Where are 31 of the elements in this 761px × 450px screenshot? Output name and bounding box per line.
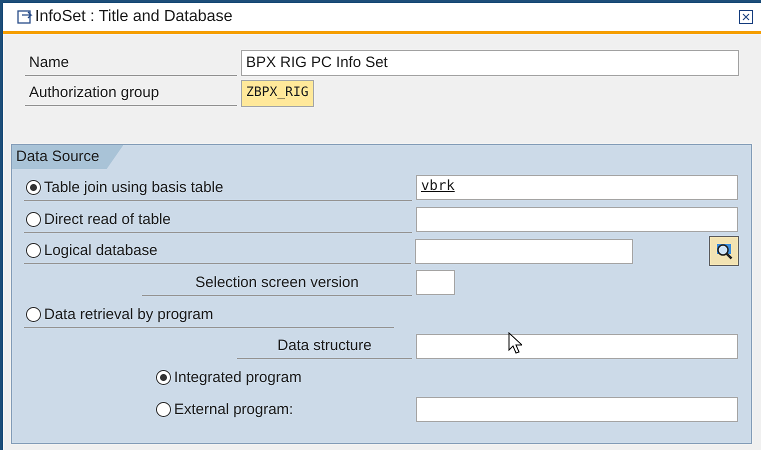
input-field[interactable] <box>416 397 738 422</box>
close-icon[interactable] <box>739 10 753 24</box>
window-icon <box>17 10 33 24</box>
window-title: InfoSet : Title and Database <box>35 8 234 26</box>
radio-button[interactable] <box>26 243 41 258</box>
radio-button[interactable] <box>26 306 41 322</box>
group-title: Data Source <box>12 145 124 169</box>
field-label: Name <box>25 50 237 76</box>
field-label: Data structure <box>277 337 372 354</box>
option-label: Integrated program <box>174 369 302 386</box>
input-field[interactable] <box>416 270 455 296</box>
input-field[interactable] <box>415 238 634 264</box>
option-label: Table join using basis table <box>44 178 224 196</box>
search-icon <box>714 241 734 262</box>
input-field[interactable] <box>416 334 738 359</box>
radio-button[interactable] <box>26 180 41 195</box>
field-label: Selection screen version <box>195 274 359 291</box>
option-label: Logical database <box>44 242 158 260</box>
authorization-field[interactable]: ZBPX_RIG <box>241 80 314 106</box>
input-field[interactable]: BPX RIG PC Info Set <box>241 50 739 76</box>
field-label: Authorization group <box>25 80 237 106</box>
input-field[interactable] <box>416 207 738 232</box>
option-label: Data retrieval by program <box>44 306 214 323</box>
radio-button[interactable] <box>26 212 41 227</box>
option-label: External program: <box>174 401 294 418</box>
radio-button[interactable] <box>156 402 171 418</box>
option-label: Direct read of table <box>44 210 171 228</box>
search-button[interactable] <box>709 236 739 266</box>
mouse-pointer-icon <box>508 332 522 356</box>
input-field[interactable]: vbrk <box>416 175 738 200</box>
radio-button[interactable] <box>156 370 171 386</box>
